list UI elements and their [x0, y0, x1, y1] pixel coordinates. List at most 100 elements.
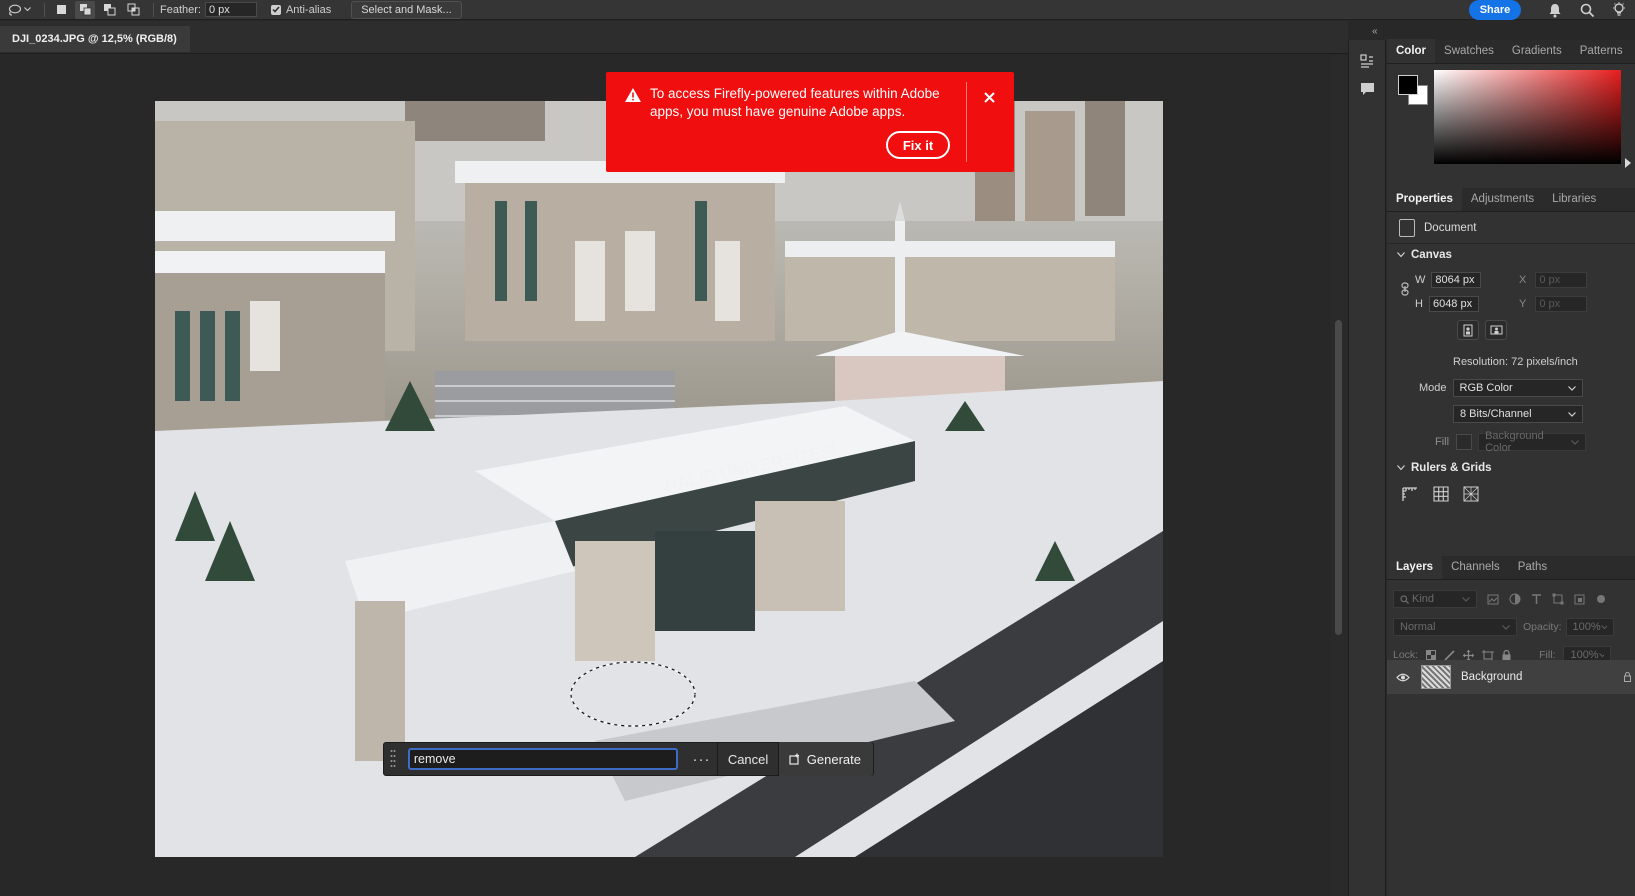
grid-button[interactable]: [1433, 486, 1449, 505]
chevron-down-icon: [1462, 596, 1470, 602]
intersect-selection-button[interactable]: [123, 1, 143, 19]
tab-layers[interactable]: Layers: [1387, 555, 1443, 579]
landscape-button[interactable]: [1485, 320, 1507, 340]
layer-row-background[interactable]: Background: [1387, 660, 1635, 694]
vertical-scrollbar[interactable]: [1331, 55, 1347, 896]
tab-channels[interactable]: Channels: [1442, 555, 1509, 579]
add-to-selection-button[interactable]: [75, 0, 95, 19]
lock-position-icon: [1463, 649, 1475, 661]
lasso-tool-preset[interactable]: [0, 0, 38, 20]
filter-toggle-icon: [1597, 595, 1605, 603]
mode-label: Mode: [1419, 382, 1447, 394]
document-tab-bar: DJI_0234.JPG @ 12,5% (RGB/8): [0, 21, 1348, 54]
search-icon: [1400, 594, 1409, 604]
link-dimensions-button[interactable]: [1401, 282, 1409, 296]
tab-color[interactable]: Color: [1387, 39, 1436, 63]
portrait-button[interactable]: [1457, 320, 1479, 340]
new-selection-icon: [56, 5, 66, 14]
lock-pixels-icon: [1444, 649, 1455, 661]
height-label: H: [1415, 298, 1423, 310]
chevron-down-icon: [1598, 652, 1605, 657]
new-selection-button[interactable]: [51, 1, 71, 19]
tab-paths[interactable]: Paths: [1509, 555, 1556, 579]
intersect-selection-icon: [127, 3, 139, 16]
cancel-button[interactable]: Cancel: [718, 742, 777, 776]
layer-visibility-toggle[interactable]: [1393, 673, 1413, 682]
tab-adjustments[interactable]: Adjustments: [1462, 187, 1543, 211]
x-label: X: [1519, 274, 1527, 286]
divider: [44, 2, 45, 17]
rulers-grids-header[interactable]: Rulers & Grids: [1387, 457, 1492, 479]
antialias-label: Anti-alias: [285, 3, 332, 16]
fill-value: Background Color: [1485, 430, 1544, 454]
grid-icon: [1433, 486, 1449, 502]
height-input[interactable]: 6048 px: [1428, 296, 1479, 312]
tab-gradients[interactable]: Gradients: [1503, 39, 1571, 63]
divider: [966, 82, 967, 162]
ruler-icon: [1402, 487, 1417, 501]
subtract-from-selection-button[interactable]: [99, 1, 119, 19]
generative-prompt-input[interactable]: [407, 748, 678, 770]
checkmark-icon: [272, 6, 280, 13]
search-icon: [1580, 3, 1594, 17]
lasso-icon: [8, 4, 21, 16]
foreground-color-swatch[interactable]: [1398, 75, 1418, 95]
color-mode-dropdown[interactable]: RGB Color: [1452, 379, 1583, 397]
smart-object-filter-icon: [1574, 594, 1585, 605]
select-and-mask-button[interactable]: Select and Mask...: [351, 0, 462, 19]
bit-depth-dropdown[interactable]: 8 Bits/Channel: [1453, 405, 1583, 423]
comments-panel-button[interactable]: [1349, 75, 1385, 103]
color-picker-field[interactable]: [1434, 70, 1621, 164]
canvas-section-header[interactable]: Canvas: [1387, 244, 1635, 266]
scrollbar-thumb[interactable]: [1335, 320, 1342, 635]
lightbulb-icon: [1613, 2, 1625, 16]
document-tab[interactable]: DJI_0234.JPG @ 12,5% (RGB/8): [0, 26, 190, 52]
document-label: Document: [1424, 221, 1477, 234]
grip-icon: [390, 750, 396, 767]
more-options-button[interactable]: ···: [686, 747, 718, 771]
tab-patterns[interactable]: Patterns: [1571, 39, 1632, 63]
discover-button[interactable]: [1603, 2, 1635, 18]
drag-handle[interactable]: [387, 747, 399, 771]
canvas-section: Canvas W 8064 px H 6048 px X 0 px Y 0 px: [1387, 244, 1635, 524]
tab-properties[interactable]: Properties: [1387, 187, 1462, 211]
subtract-selection-icon: [103, 4, 115, 16]
share-button[interactable]: Share: [1469, 0, 1521, 20]
layer-kind-filter: Kind: [1393, 590, 1477, 608]
layer-thumbnail: [1421, 665, 1451, 689]
feather-input[interactable]: [204, 2, 257, 17]
chevron-down-icon: [1502, 624, 1510, 630]
height-row: H 6048 px: [1415, 296, 1479, 312]
search-button[interactable]: [1571, 3, 1603, 18]
width-input[interactable]: 8064 px: [1431, 272, 1482, 288]
tab-swatches[interactable]: Swatches: [1435, 39, 1503, 63]
artboard-lock-icon: [1482, 649, 1495, 661]
notifications-button[interactable]: [1539, 3, 1571, 18]
mode-row: Mode RGB Color: [1419, 379, 1583, 397]
generate-button[interactable]: Generate: [778, 742, 873, 776]
lock-transparent-icon: [1426, 650, 1437, 660]
rulers-button[interactable]: [1401, 486, 1419, 505]
y-row: Y 0 px: [1519, 296, 1588, 312]
blend-opacity-row: Normal Opacity: 100%: [1393, 618, 1614, 636]
antialias-checkbox[interactable]: [270, 4, 281, 15]
contextual-task-bar: ··· Cancel Generate: [383, 742, 874, 776]
x-row: X 0 px: [1519, 272, 1588, 288]
collapsed-panel-column: [1348, 40, 1386, 896]
history-panel-button[interactable]: [1349, 47, 1385, 75]
link-icon: [1401, 282, 1409, 296]
guides-button[interactable]: [1463, 486, 1479, 505]
width-row: W 8064 px: [1415, 272, 1482, 288]
properties-panel-tabs: Properties Adjustments Libraries: [1387, 187, 1635, 212]
bit-depth-value: 8 Bits/Channel: [1460, 408, 1532, 420]
portrait-icon: [1463, 324, 1473, 336]
rulers-grids-buttons: [1401, 486, 1479, 505]
comment-icon: [1360, 83, 1374, 95]
tab-libraries[interactable]: Libraries: [1543, 187, 1605, 211]
landscape-icon: [1490, 325, 1502, 335]
generate-icon: [789, 753, 799, 765]
close-alert-button[interactable]: [978, 86, 1000, 108]
hue-slider-handle[interactable]: [1625, 158, 1631, 168]
fix-it-button[interactable]: Fix it: [886, 131, 950, 159]
collapse-panels-icon[interactable]: «: [1372, 26, 1378, 37]
